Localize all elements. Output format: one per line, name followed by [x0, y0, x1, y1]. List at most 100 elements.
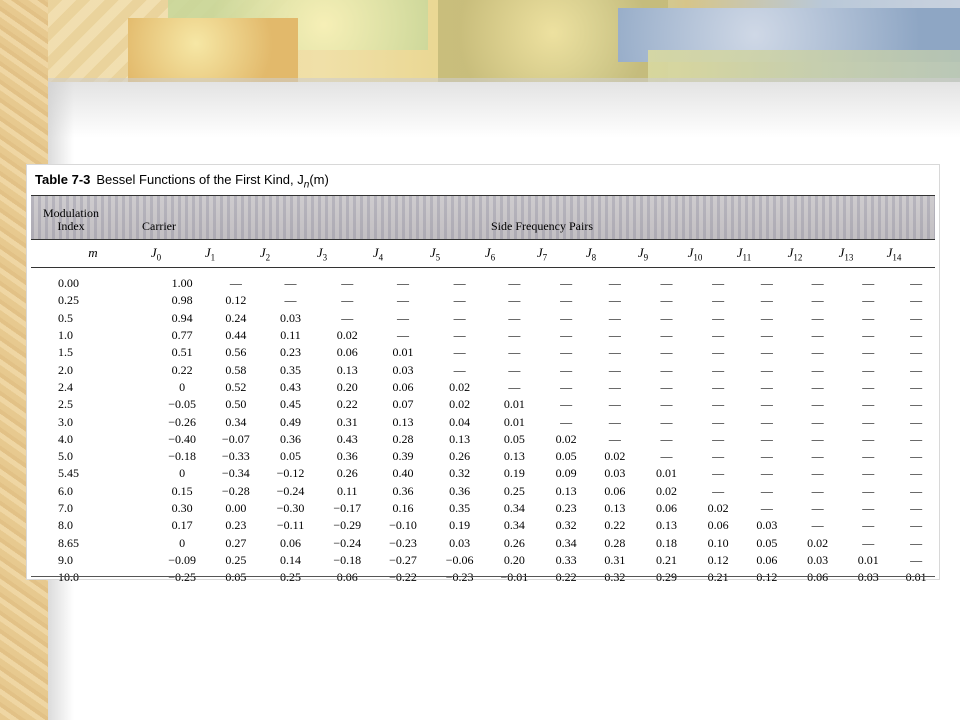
table-cell-j8: — — [608, 414, 621, 429]
table-row: 5.45 0 −0.34 −0.12 0.26 0.40 0.32 0.19 0.09 0.03 0… — [31, 465, 939, 482]
table-cell-j7: — — [560, 276, 573, 291]
table-cell-j4: −0.22 — [389, 570, 417, 585]
table-cell-j0: 0 — [179, 379, 186, 394]
table-cell-j6: 0.01 — [503, 397, 525, 412]
table-cell-j8: — — [608, 310, 621, 325]
table-cell-j13: — — [862, 362, 875, 377]
table-row: 2.0 0.22 0.58 0.35 0.13 0.03 — — — — — — — — — — — [31, 361, 939, 378]
table-cell-j5: 0.19 — [449, 518, 471, 533]
table-cell-j9: 0.21 — [655, 552, 677, 567]
table-cell-j11: 0.05 — [756, 535, 778, 550]
table-cell-j0: 0.98 — [171, 293, 193, 308]
table-cell-j13: — — [862, 328, 875, 343]
table-cell-j13: — — [862, 414, 875, 429]
table-cell-j1: 0.52 — [225, 379, 247, 394]
table-cell-j5: — — [453, 276, 466, 291]
table-cell-j6: 0.01 — [503, 414, 525, 429]
table-cell-j7: 0.34 — [555, 535, 577, 550]
table-cell-j7: — — [560, 379, 573, 394]
table-cell-m: 0.5 — [58, 310, 73, 325]
table-row: 9.0 −0.09 0.25 0.14 −0.18 −0.27 −0.06 0.20 0.33 0… — [31, 552, 939, 569]
table-row: 0.5 0.94 0.24 0.03 — — — — — — — — — — — — — [31, 310, 939, 327]
table-cell-j12: 0.03 — [807, 552, 829, 567]
table-cell-j12: — — [811, 449, 824, 464]
table-cell-j13: 0.03 — [857, 570, 879, 585]
table-cell-j9: — — [660, 310, 673, 325]
table-cell-j4: — — [396, 328, 409, 343]
table-cell-j4: 0.39 — [392, 449, 414, 464]
table-cell-j7: — — [560, 310, 573, 325]
table-cell-j5: −0.06 — [445, 552, 474, 567]
table-cell-j14: — — [910, 483, 923, 498]
column-header-subscript: 0 — [156, 252, 162, 263]
table-cell-j8: 0.13 — [604, 501, 626, 515]
table-cell-j3: 0.43 — [336, 431, 358, 446]
table-cell-j9: — — [660, 362, 673, 377]
table-cell-j8: — — [608, 379, 621, 394]
table-row: 0.25 0.98 0.12 — — — — — — — — — — — — — — [31, 292, 939, 309]
table-cell-j12: — — [811, 518, 824, 533]
table-cell-j11: 0.03 — [756, 518, 778, 533]
table-caption: Bessel Functions of the First Kind, J — [96, 172, 304, 187]
table-cell-j12: — — [811, 397, 824, 412]
table-cell-j12: — — [811, 483, 824, 498]
table-cell-j5: 0.13 — [449, 431, 471, 446]
table-cell-j2: 0.14 — [280, 552, 302, 567]
table-cell-j11: — — [760, 276, 773, 291]
table-cell-j10: — — [712, 466, 725, 481]
table-cell-j1: 0.25 — [225, 552, 247, 567]
table-title: Table 7-3 Bessel Functions of the First K… — [35, 172, 329, 191]
table-cell-j2: 0.25 — [280, 570, 302, 585]
column-header-subscript: 13 — [844, 252, 854, 263]
table-cell-j5: 0.02 — [449, 379, 471, 394]
table-cell-m: 10.0 — [58, 570, 79, 585]
bessel-table-figure: Table 7-3 Bessel Functions of the First K… — [26, 164, 940, 584]
table-cell-j10: 0.06 — [707, 518, 729, 533]
table-cell-j9: 0.06 — [655, 501, 677, 515]
table-cell-j8: — — [608, 345, 621, 360]
column-header-subscript: 7 — [542, 252, 548, 263]
table-cell-j7: 0.05 — [555, 449, 577, 464]
table-cell-j0: 0.94 — [171, 310, 193, 325]
table-cell-j11: — — [760, 414, 773, 429]
table-cell-j6: — — [508, 310, 521, 325]
table-cell-j8: 0.03 — [604, 466, 626, 481]
table-cell-j13: — — [862, 276, 875, 291]
table-cell-j2: — — [284, 293, 297, 308]
table-cell-j4: 0.36 — [392, 483, 414, 498]
table-cell-j7: — — [560, 293, 573, 308]
table-cell-j10: — — [712, 328, 725, 343]
table-cell-j13: — — [862, 518, 875, 533]
table-cell-j1: −0.07 — [221, 431, 250, 446]
table-cell-j11: — — [760, 397, 773, 412]
table-cell-j13: — — [862, 379, 875, 394]
table-cell-j2: 0.49 — [280, 414, 302, 429]
table-cell-j13: — — [862, 431, 875, 446]
table-cell-j1: 0.24 — [225, 310, 247, 325]
table-cell-j14: — — [910, 501, 923, 515]
table-cell-j4: 0.16 — [392, 501, 414, 515]
table-cell-j14: — — [910, 362, 923, 377]
table-cell-j4: −0.27 — [389, 552, 417, 567]
table-cell-m: 0.00 — [58, 276, 79, 291]
table-cell-j5: — — [453, 362, 466, 377]
table-cell-j10: — — [712, 345, 725, 360]
table-cell-j8: — — [608, 328, 621, 343]
table-cell-j12: — — [811, 345, 824, 360]
table-cell-j5: −0.23 — [445, 570, 474, 585]
table-cell-j9: — — [660, 431, 673, 446]
column-header-j13: J13 — [821, 245, 871, 263]
table-cell-j5: 0.32 — [449, 466, 471, 481]
column-header-symbol: m — [88, 245, 98, 260]
table-cell-j10: 0.21 — [707, 570, 729, 585]
table-cell-j0: 0.51 — [171, 345, 193, 360]
table-cell-j9: 0.13 — [655, 518, 677, 533]
column-header-subscript: 2 — [265, 252, 271, 263]
table-cell-j4: 0.03 — [392, 362, 414, 377]
table-cell-j8: — — [608, 397, 621, 412]
table-cell-j5: — — [453, 293, 466, 308]
header-carrier: Carrier — [142, 219, 176, 233]
table-cell-j8: — — [608, 431, 621, 446]
table-cell-j13: — — [862, 483, 875, 498]
table-cell-j14: — — [910, 276, 923, 291]
